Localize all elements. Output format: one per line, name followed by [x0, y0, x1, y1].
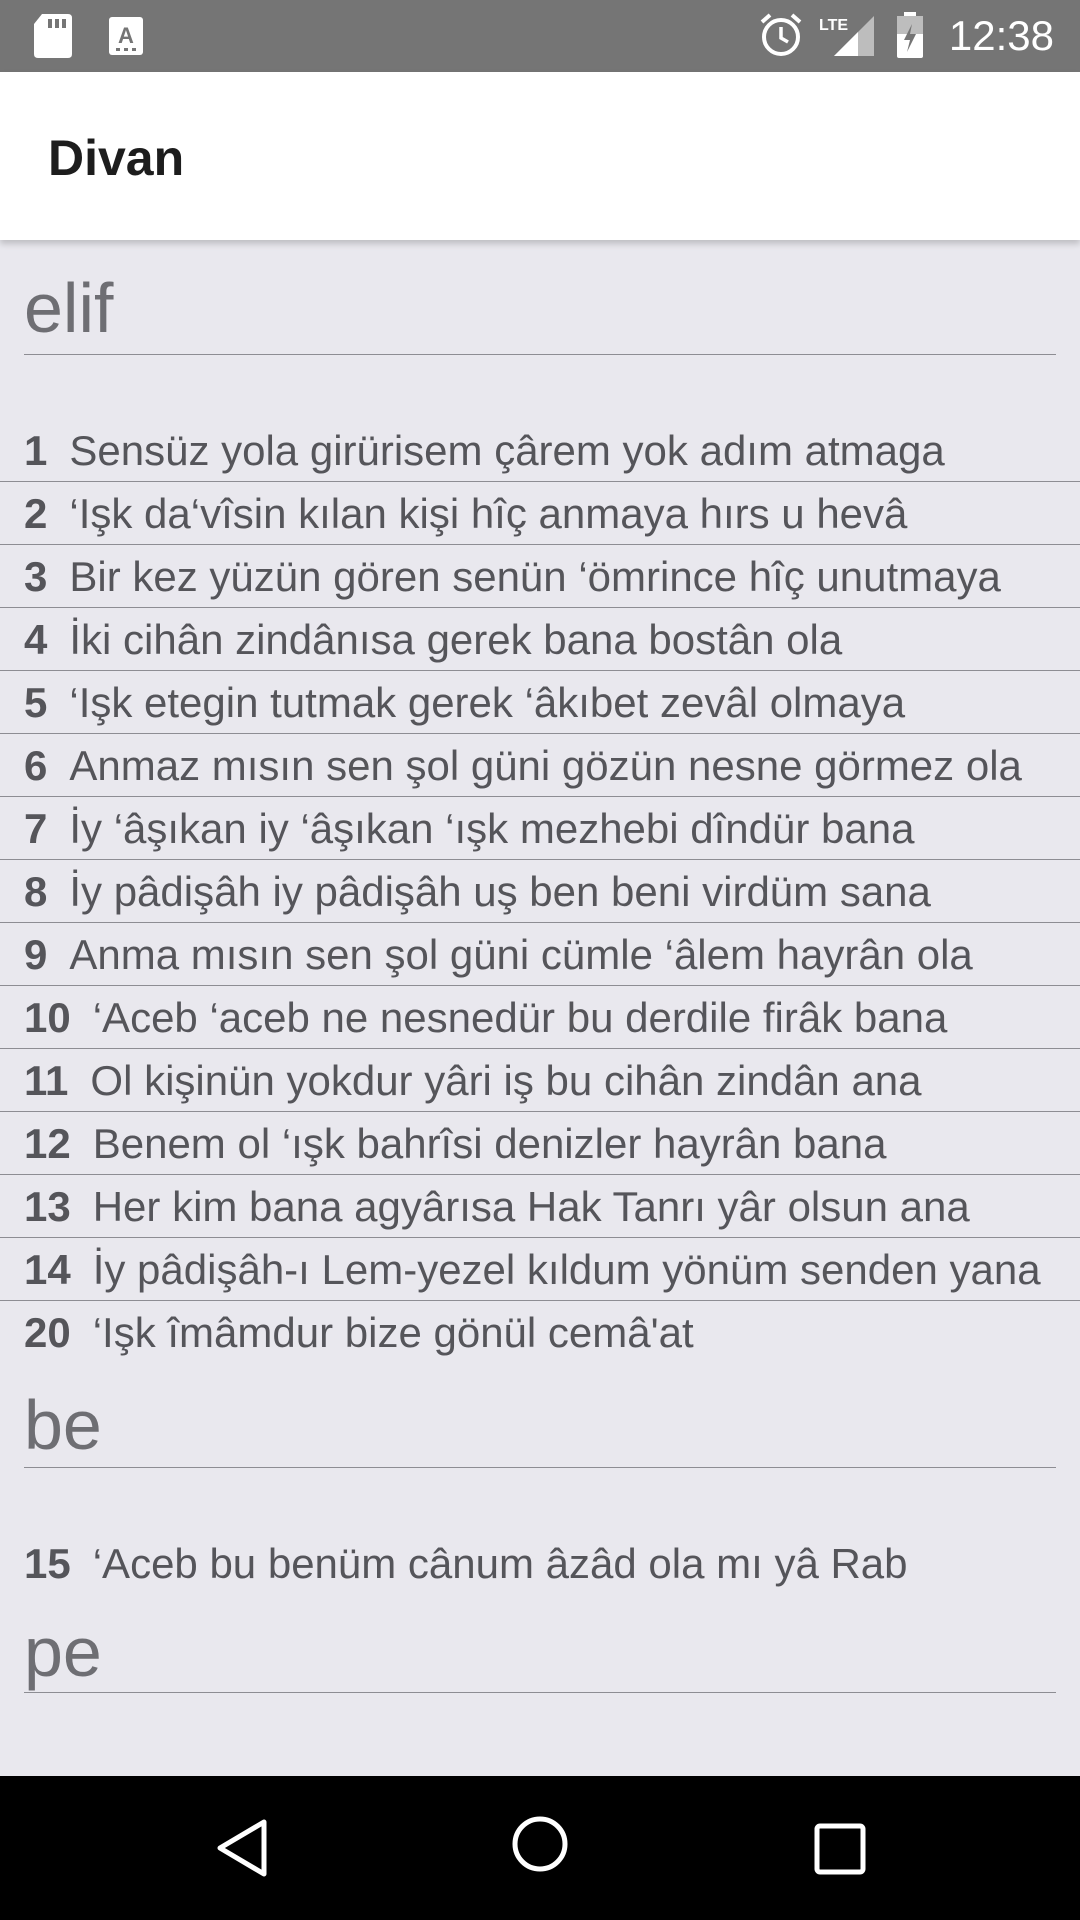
item-number: 8: [24, 868, 48, 915]
list-item[interactable]: 3 Bir kez yüzün gören senün ‘ömrince hîç …: [0, 545, 1080, 608]
list-item[interactable]: 1 Sensüz yola girürisem çârem yok adım at…: [0, 419, 1080, 482]
item-number: 1: [24, 427, 48, 474]
list-item[interactable]: 15 ‘Aceb bu benüm cânum âzâd ola mı yâ Ra…: [0, 1532, 1080, 1594]
item-text: Bir kez yüzün gören senün ‘ömrince hîç u…: [69, 553, 1001, 600]
item-text: Ol kişinün yokdur yâri iş bu cihân zindâ…: [90, 1057, 922, 1104]
item-text: Anmaz mısın sen şol güni gözün nesne gör…: [69, 742, 1022, 789]
svg-text:A: A: [118, 23, 134, 48]
item-number: 2: [24, 490, 48, 537]
status-bar: A LTE 12:38: [0, 0, 1080, 72]
item-number: 14: [24, 1246, 71, 1293]
section-header: be: [24, 1385, 1056, 1468]
item-text: ‘Aceb bu benüm cânum âzâd ola mı yâ Rab: [92, 1540, 908, 1587]
signal-icon: LTE: [818, 12, 874, 62]
item-text: ‘Işk etegin tutmak gerek ‘âkıbet zevâl o…: [69, 679, 906, 726]
list-item[interactable]: 9 Anma mısın sen şol güni cümle ‘âlem hay…: [0, 923, 1080, 986]
list-item[interactable]: 14 İy pâdişâh-ı Lem-yezel kıldum yönüm se…: [0, 1238, 1080, 1301]
list-item[interactable]: 13 Her kim bana agyârısa Hak Tanrı yâr ol…: [0, 1175, 1080, 1238]
clock-time: 12:38: [948, 12, 1054, 59]
list-item[interactable]: 11 Ol kişinün yokdur yâri iş bu cihân zin…: [0, 1049, 1080, 1112]
alarm-icon: [758, 12, 804, 62]
item-text: ‘Işk îmâmdur bize gönül cemâ'at: [92, 1309, 694, 1356]
section-header: pe: [24, 1612, 1056, 1693]
item-number: 9: [24, 931, 48, 978]
item-number: 20: [24, 1309, 71, 1356]
list-item[interactable]: 8 İy pâdişâh iy pâdişâh uş ben beni virdü…: [0, 860, 1080, 923]
section-elif: elif 1 Sensüz yola girürisem çârem yok ad…: [0, 240, 1080, 1363]
list-item[interactable]: 12 Benem ol ‘ışk bahrîsi denizler hayrân …: [0, 1112, 1080, 1175]
list-item[interactable]: 10 ‘Aceb ‘aceb ne nesnedür bu derdile fir…: [0, 986, 1080, 1049]
sd-card-icon: [34, 14, 72, 62]
keyboard-a-icon: A: [108, 16, 144, 60]
battery-charging-icon: [895, 12, 925, 62]
item-text: Anma mısın sen şol güni cümle ‘âlem hayr…: [69, 931, 973, 978]
list-item[interactable]: 20 ‘Işk îmâmdur bize gönül cemâ'at: [0, 1301, 1080, 1363]
page-title: Divan: [48, 130, 185, 186]
list-item[interactable]: 6 Anmaz mısın sen şol güni gözün nesne gö…: [0, 734, 1080, 797]
item-text: İy pâdişâh-ı Lem-yezel kıldum yönüm send…: [92, 1246, 1041, 1293]
navigation-bar: [0, 1776, 1080, 1920]
list-item[interactable]: 4 İki cihân zindânısa gerek bana bostân o…: [0, 608, 1080, 671]
item-text: İy ‘âşıkan iy ‘âşıkan ‘ışk mezhebi dîndü…: [69, 805, 915, 852]
section-pe: pe: [0, 1594, 1080, 1693]
item-number: 10: [24, 994, 71, 1041]
item-number: 5: [24, 679, 48, 726]
item-number: 3: [24, 553, 48, 600]
home-icon[interactable]: [510, 1812, 570, 1880]
item-number: 12: [24, 1120, 71, 1167]
list-item[interactable]: 2 ‘Işk da‘vîsin kılan kişi hîç anmaya hır…: [0, 482, 1080, 545]
app-bar: Divan: [0, 72, 1080, 240]
item-number: 13: [24, 1183, 71, 1230]
item-number: 4: [24, 616, 48, 663]
item-text: İy pâdişâh iy pâdişâh uş ben beni virdüm…: [69, 868, 931, 915]
item-number: 7: [24, 805, 48, 852]
item-text: ‘Işk da‘vîsin kılan kişi hîç anmaya hırs…: [69, 490, 908, 537]
network-label: LTE: [819, 17, 848, 34]
item-number: 11: [24, 1057, 69, 1104]
item-number: 6: [24, 742, 48, 789]
item-text: Her kim bana agyârısa Hak Tanrı yâr olsu…: [92, 1183, 970, 1230]
item-number: 15: [24, 1540, 71, 1587]
item-text: Benem ol ‘ışk bahrîsi denizler hayrân ba…: [92, 1120, 887, 1167]
back-icon[interactable]: [212, 1816, 272, 1884]
section-header: elif: [24, 268, 1056, 355]
list-item[interactable]: 5 ‘Işk etegin tutmak gerek ‘âkıbet zevâl …: [0, 671, 1080, 734]
item-text: ‘Aceb ‘aceb ne nesnedür bu derdile firâk…: [92, 994, 948, 1041]
section-be: be 15 ‘Aceb bu benüm cânum âzâd ola mı yâ…: [0, 1363, 1080, 1594]
item-text: İki cihân zindânısa gerek bana bostân ol…: [69, 616, 843, 663]
list-item[interactable]: 7 İy ‘âşıkan iy ‘âşıkan ‘ışk mezhebi dînd…: [0, 797, 1080, 860]
item-text: Sensüz yola girürisem çârem yok adım atm…: [69, 427, 945, 474]
recents-icon[interactable]: [812, 1816, 868, 1884]
poem-list[interactable]: elif 1 Sensüz yola girürisem çârem yok ad…: [0, 240, 1080, 1776]
